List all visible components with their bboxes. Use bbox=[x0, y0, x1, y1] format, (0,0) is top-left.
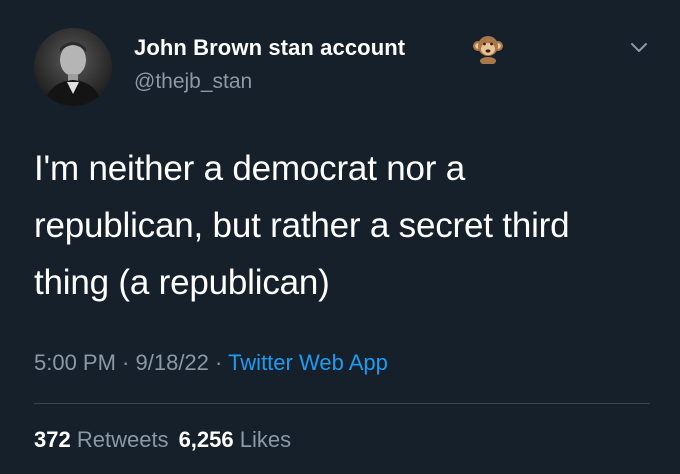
display-name[interactable]: John Brown stan account bbox=[134, 35, 405, 61]
tweet-card: John Brown stan account @thejb_stan I'm … bbox=[0, 0, 680, 474]
tweet-time[interactable]: 5:00 PM bbox=[34, 350, 116, 375]
chevron-down-icon[interactable] bbox=[626, 34, 652, 60]
tweet-date[interactable]: 9/18/22 bbox=[136, 350, 209, 375]
avatar-portrait-image bbox=[34, 28, 112, 106]
meta-separator: · bbox=[115, 350, 136, 375]
meta-separator: · bbox=[208, 350, 229, 375]
user-handle[interactable]: @thejb_stan bbox=[134, 70, 252, 94]
divider bbox=[34, 403, 650, 404]
retweets-count: 372 bbox=[34, 427, 71, 452]
retweets-label: Retweets bbox=[76, 427, 169, 452]
retweets-stat[interactable]: 372 Retweets bbox=[34, 427, 169, 452]
tweet-meta: 5:00 PM · 9/18/22 · Twitter Web App bbox=[34, 350, 388, 376]
avatar[interactable] bbox=[34, 28, 112, 106]
likes-label: Likes bbox=[239, 427, 292, 452]
tweet-text: I'm neither a democrat nor a republican,… bbox=[34, 149, 570, 302]
monkey-emoji-icon bbox=[473, 36, 503, 64]
likes-stat[interactable]: 6,256 Likes bbox=[179, 427, 292, 452]
tweet-source-link[interactable]: Twitter Web App bbox=[228, 350, 388, 375]
tweet-stats: 372 Retweets 6,256 Likes bbox=[34, 427, 291, 453]
likes-count: 6,256 bbox=[178, 427, 234, 452]
